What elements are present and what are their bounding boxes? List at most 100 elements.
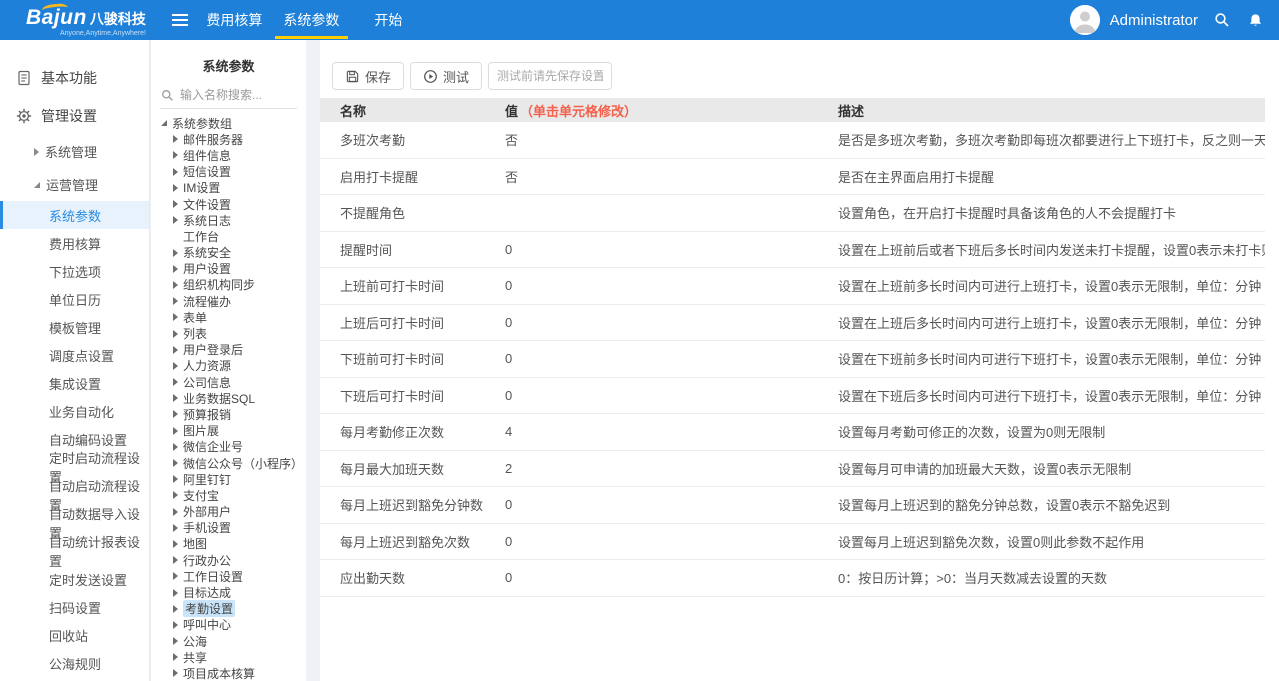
- sidebar-item-label: 管理设置: [41, 106, 97, 126]
- tree-item[interactable]: 公司信息: [151, 374, 306, 390]
- tree-item[interactable]: 工作日设置: [151, 568, 306, 584]
- tree-item[interactable]: 业务数据SQL: [151, 390, 306, 406]
- tree-item[interactable]: IM设置: [151, 180, 306, 196]
- sidebar-item-label: 公海规则: [49, 654, 101, 673]
- sidebar-item[interactable]: 下拉选项: [0, 257, 149, 285]
- avatar[interactable]: [1070, 5, 1100, 35]
- tree-item[interactable]: 微信企业号: [151, 439, 306, 455]
- tree-item-label: 业务数据SQL: [183, 390, 255, 407]
- param-value[interactable]: 0: [485, 497, 818, 512]
- tree-item-label: 组织机构同步: [183, 276, 255, 293]
- tree-search-input[interactable]: [180, 88, 292, 102]
- sidebar-item[interactable]: 公海规则: [0, 649, 149, 677]
- chevron-collapsed-icon: [173, 524, 178, 532]
- sidebar-item[interactable]: 自动统计报表设置: [0, 537, 149, 565]
- tree-item[interactable]: 工作台: [151, 228, 306, 244]
- tree-root-item[interactable]: 系统参数组: [151, 115, 306, 131]
- sidebar-item[interactable]: 模板管理: [0, 313, 149, 341]
- tree-item[interactable]: 考勤设置: [151, 601, 306, 617]
- sidebar-item[interactable]: 业务自动化: [0, 397, 149, 425]
- sidebar-item[interactable]: 回收站: [0, 621, 149, 649]
- tree-item[interactable]: 行政办公: [151, 552, 306, 568]
- sidebar-item[interactable]: 扫码设置: [0, 593, 149, 621]
- param-value[interactable]: 0: [485, 570, 818, 585]
- tree-item[interactable]: 列表: [151, 325, 306, 341]
- param-value[interactable]: 0: [485, 534, 818, 549]
- param-name: 每月考勤修正次数: [320, 422, 485, 441]
- param-value[interactable]: 0: [485, 242, 818, 257]
- sidebar-item-label: 自动统计报表设置: [49, 532, 149, 570]
- table-row: 上班后可打卡时间0设置在上班后多长时间内可进行上班打卡，设置0表示无限制，单位：…: [320, 305, 1265, 342]
- tree-item-label: 短信设置: [183, 163, 231, 180]
- test-param-input[interactable]: [488, 62, 612, 90]
- param-value[interactable]: 否: [485, 130, 818, 149]
- sidebar-item[interactable]: 调度点设置: [0, 341, 149, 369]
- param-value[interactable]: 4: [485, 424, 818, 439]
- tree-item[interactable]: 地图: [151, 536, 306, 552]
- param-name: 提醒时间: [320, 240, 485, 259]
- sidebar-item[interactable]: 基本功能: [0, 59, 149, 97]
- sidebar-item[interactable]: 集成设置: [0, 369, 149, 397]
- tree-item[interactable]: 阿里钉钉: [151, 471, 306, 487]
- tree-item-label: IM设置: [183, 179, 220, 196]
- chevron-collapsed-icon: [173, 346, 178, 354]
- chevron-collapsed-icon: [173, 572, 178, 580]
- sidebar-item[interactable]: 系统参数: [0, 201, 149, 229]
- sidebar-item[interactable]: 运营管理: [0, 168, 149, 201]
- sidebar-item[interactable]: 开发平台: [0, 677, 149, 681]
- search-icon[interactable]: [1214, 12, 1230, 28]
- tree-item[interactable]: 公海: [151, 633, 306, 649]
- tree-item[interactable]: 系统日志: [151, 212, 306, 228]
- tree-item[interactable]: 系统安全: [151, 245, 306, 261]
- sidebar-item-label: 调度点设置: [49, 346, 114, 365]
- param-value[interactable]: 否: [485, 167, 818, 186]
- sidebar-item[interactable]: 定时发送设置: [0, 565, 149, 593]
- tree-item[interactable]: 外部用户: [151, 504, 306, 520]
- save-button[interactable]: 保存: [332, 62, 404, 90]
- param-value[interactable]: 0: [485, 315, 818, 330]
- tree-item-label: 公海: [183, 633, 207, 650]
- sidebar-item-label: 业务自动化: [49, 402, 114, 421]
- chevron-collapsed-icon: [173, 605, 178, 613]
- test-button[interactable]: 测试: [410, 62, 482, 90]
- tree-item[interactable]: 共享: [151, 649, 306, 665]
- tree-item[interactable]: 人力资源: [151, 358, 306, 374]
- param-name: 不提醒角色: [320, 203, 485, 222]
- tree-item[interactable]: 图片展: [151, 423, 306, 439]
- tree-item[interactable]: 用户登录后: [151, 342, 306, 358]
- header-tab[interactable]: 费用核算: [196, 0, 273, 40]
- sidebar-item[interactable]: 费用核算: [0, 229, 149, 257]
- param-value[interactable]: 2: [485, 461, 818, 476]
- tree-item[interactable]: 微信公众号（小程序）: [151, 455, 306, 471]
- tree-item[interactable]: 组织机构同步: [151, 277, 306, 293]
- tree-item[interactable]: 表单: [151, 309, 306, 325]
- tree-item[interactable]: 用户设置: [151, 261, 306, 277]
- tree-item[interactable]: 短信设置: [151, 164, 306, 180]
- tree-item[interactable]: 预算报销: [151, 406, 306, 422]
- bell-icon[interactable]: [1248, 13, 1263, 28]
- tree-item[interactable]: 邮件服务器: [151, 131, 306, 147]
- param-value[interactable]: 0: [485, 278, 818, 293]
- tree-item-label: 手机设置: [183, 519, 231, 536]
- param-value[interactable]: 0: [485, 351, 818, 366]
- param-value[interactable]: 0: [485, 388, 818, 403]
- tree-item[interactable]: 手机设置: [151, 520, 306, 536]
- header-tab[interactable]: 系统参数: [273, 0, 350, 40]
- tree-item[interactable]: 文件设置: [151, 196, 306, 212]
- tree-item[interactable]: 呼叫中心: [151, 617, 306, 633]
- tree-item[interactable]: 支付宝: [151, 487, 306, 503]
- sidebar-item[interactable]: 系统管理: [0, 135, 149, 168]
- tree-item[interactable]: 目标达成: [151, 584, 306, 600]
- tree-item-label: 呼叫中心: [183, 616, 231, 633]
- sidebar-item[interactable]: 管理设置: [0, 97, 149, 135]
- param-desc: 设置在上班后多长时间内可进行上班打卡，设置0表示无限制，单位：分钟: [818, 313, 1265, 332]
- sidebar-item[interactable]: 单位日历: [0, 285, 149, 313]
- header-tab[interactable]: 开始: [350, 0, 427, 40]
- tree-search: [160, 85, 297, 109]
- user-name[interactable]: Administrator: [1110, 12, 1198, 29]
- tree-item[interactable]: 流程催办: [151, 293, 306, 309]
- tree-item[interactable]: 项目成本核算: [151, 665, 306, 681]
- tree-item[interactable]: 组件信息: [151, 147, 306, 163]
- hamburger-menu-icon[interactable]: [172, 14, 188, 26]
- sidebar-item-label: 集成设置: [49, 374, 101, 393]
